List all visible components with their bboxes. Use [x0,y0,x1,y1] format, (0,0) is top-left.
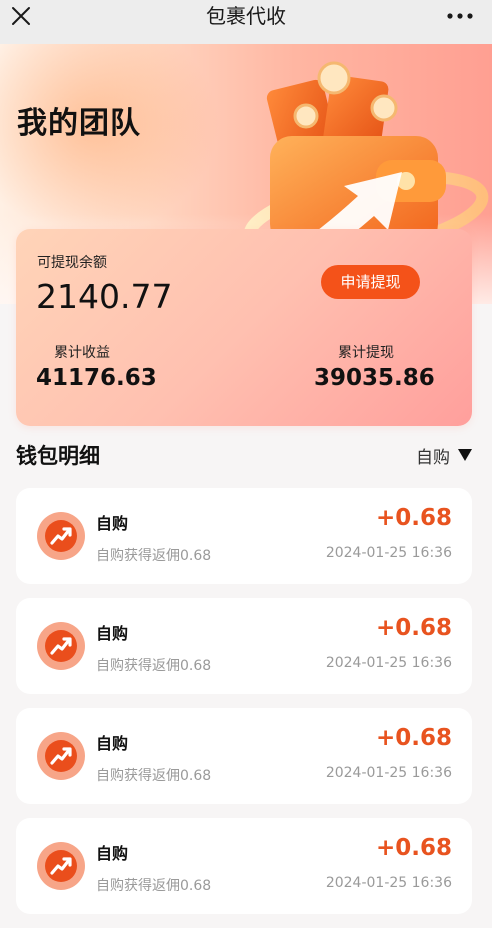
filter-label: 自购 [416,447,450,468]
record-name: 自购 [96,734,129,753]
caret-down-icon [458,449,472,461]
team-title: 我的团队 [17,106,141,141]
trend-up-icon [37,732,85,780]
list-item[interactable]: 自购 自购获得返佣0.68 +0.68 2024-01-25 16:36 [16,488,472,584]
list-item[interactable]: 自购 自购获得返佣0.68 +0.68 2024-01-25 16:36 [16,818,472,914]
record-name: 自购 [96,624,129,643]
income-value: 41176.63 [36,365,157,391]
wallet-detail-title: 钱包明细 [16,444,100,468]
withdrawn-label: 累计提现 [338,345,394,361]
top-nav-bar: 包裹代收 [0,0,492,44]
record-amount: +0.68 [375,725,452,751]
list-item[interactable]: 自购 自购获得返佣0.68 +0.68 2024-01-25 16:36 [16,708,472,804]
balance-value: 2140.77 [36,277,173,316]
record-desc: 自购获得返佣0.68 [96,658,212,674]
record-amount: +0.68 [375,615,452,641]
list-item[interactable]: 自购 自购获得返佣0.68 +0.68 2024-01-25 16:36 [16,598,472,694]
trend-up-icon [37,622,85,670]
withdrawn-value: 39035.86 [314,365,435,391]
record-desc: 自购获得返佣0.68 [96,768,212,784]
record-time: 2024-01-25 16:36 [325,545,452,561]
record-desc: 自购获得返佣0.68 [96,878,212,894]
income-label: 累计收益 [54,345,110,361]
wallet-record-list: 自购 自购获得返佣0.68 +0.68 2024-01-25 16:36 自购 … [16,488,472,928]
record-name: 自购 [96,844,129,863]
record-name: 自购 [96,514,129,533]
trend-up-icon [37,842,85,890]
record-amount: +0.68 [375,835,452,861]
record-time: 2024-01-25 16:36 [325,765,452,781]
balance-card: 可提现余额 2140.77 申请提现 累计收益 41176.63 累计提现 39… [16,229,472,426]
page-title: 包裹代收 [206,4,286,28]
apply-withdraw-button[interactable]: 申请提现 [321,265,420,299]
record-time: 2024-01-25 16:36 [325,655,452,671]
balance-label: 可提现余额 [37,255,107,271]
filter-dropdown[interactable]: 自购 [416,444,472,468]
more-icon[interactable] [446,8,474,24]
record-time: 2024-01-25 16:36 [325,875,452,891]
record-amount: +0.68 [375,505,452,531]
record-desc: 自购获得返佣0.68 [96,548,212,564]
trend-up-icon [37,512,85,560]
